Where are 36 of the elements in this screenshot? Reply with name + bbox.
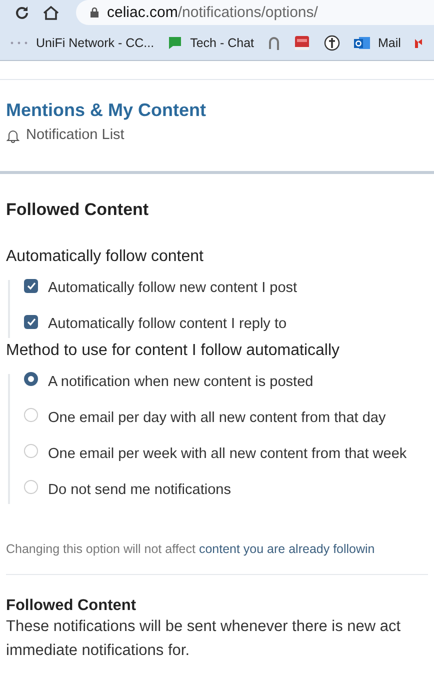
chat-icon — [168, 36, 182, 50]
group-label: Automatically follow content — [6, 248, 204, 266]
url-text: celiac.com/notifications/options/ — [107, 4, 318, 21]
cross-icon — [324, 34, 340, 50]
group-label: Method to use for content I follow automatically — [6, 342, 341, 360]
notification-list-link[interactable]: Notification List — [6, 127, 124, 143]
bookmark[interactable]: Mail — [354, 34, 401, 50]
section-title[interactable]: Mentions & My Content — [6, 100, 428, 121]
link[interactable]: content you are already followin — [198, 542, 375, 556]
checkmark-icon — [26, 318, 36, 326]
bell-icon — [6, 128, 20, 142]
option-label[interactable]: One email per week with all new content from that week — [48, 446, 407, 462]
panel-title: Followed Content — [6, 200, 150, 220]
dots-icon — [10, 40, 28, 44]
checkbox[interactable] — [24, 314, 38, 328]
home-icon[interactable] — [42, 4, 60, 20]
book-icon — [294, 34, 310, 50]
hint-text: Changing this option will not affect content you are already followin — [6, 542, 376, 556]
mail-app-icon — [354, 34, 370, 50]
address-bar[interactable]: celiac.com/notifications/options/ — [76, 0, 434, 25]
radio-button[interactable] — [24, 372, 38, 386]
checkmark-icon — [26, 282, 36, 290]
option-label[interactable]: Do not send me notifications — [48, 482, 231, 498]
checkbox[interactable] — [24, 278, 38, 292]
option-label[interactable]: Automatically follow content I reply to — [48, 316, 287, 332]
bookmark[interactable]: UniFi Network - CC... — [10, 36, 154, 50]
subsection-title: Followed Content — [6, 597, 138, 615]
option-label[interactable]: Automatically follow new content I post — [48, 280, 298, 296]
bookmark[interactable]: Tech - Chat — [168, 36, 254, 50]
bookmark[interactable] — [324, 34, 340, 50]
option-label[interactable]: One email per day with all new content from that day — [48, 410, 386, 426]
option-label[interactable]: A notification when new content is posted — [48, 374, 314, 390]
arc-icon — [268, 34, 280, 50]
description-text: These notifications will be sent whenever there is new act immediate notifications for. — [6, 617, 402, 661]
lock-icon — [90, 7, 99, 18]
reload-icon[interactable] — [14, 4, 30, 20]
